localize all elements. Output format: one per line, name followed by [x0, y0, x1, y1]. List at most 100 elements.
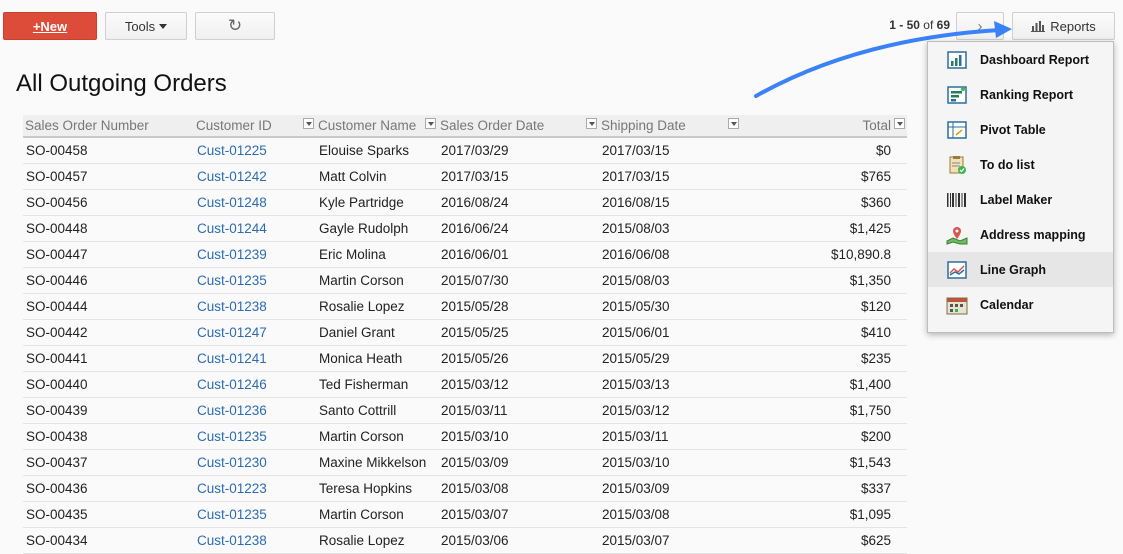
- column-header-shipping-date[interactable]: Shipping Date: [599, 115, 741, 138]
- cell-total: $200: [741, 423, 907, 450]
- cell-customer-name: Teresa Hopkins: [316, 475, 438, 502]
- sort-dropdown-icon[interactable]: [586, 118, 597, 129]
- table-row[interactable]: SO-00446 Cust-01235 Martin Corson 2015/07/3…: [23, 267, 907, 294]
- table-row[interactable]: SO-00448 Cust-01244 Gayle Rudolph 2016/06/2…: [23, 215, 907, 242]
- cell-shipping-date: 2015/05/30: [599, 293, 741, 320]
- cell-shipping-date: 2015/03/13: [599, 371, 741, 398]
- tools-dropdown-button[interactable]: Tools: [105, 12, 187, 40]
- next-page-button[interactable]: ›: [956, 12, 1004, 40]
- cell-order-number: SO-00438: [23, 423, 194, 450]
- sort-dropdown-icon[interactable]: [894, 118, 905, 129]
- cell-order-number: SO-00457: [23, 163, 194, 190]
- todo-list-icon: [946, 155, 968, 175]
- cell-customer-id[interactable]: Cust-01230: [194, 449, 316, 476]
- cell-order-number: SO-00437: [23, 449, 194, 476]
- cell-shipping-date: 2015/08/03: [599, 215, 741, 242]
- cell-total: $1,543: [741, 449, 907, 476]
- cell-customer-id[interactable]: Cust-01235: [194, 267, 316, 294]
- cell-customer-id[interactable]: Cust-01235: [194, 423, 316, 450]
- sort-dropdown-icon[interactable]: [728, 118, 739, 129]
- cell-total: $0: [741, 137, 907, 164]
- cell-customer-id[interactable]: Cust-01242: [194, 163, 316, 190]
- cell-order-number: SO-00441: [23, 345, 194, 372]
- barcode-icon: [946, 190, 968, 210]
- cell-order-date: 2015/05/26: [438, 345, 599, 372]
- column-header-sales-order-date[interactable]: Sales Order Date: [438, 115, 599, 138]
- reports-button[interactable]: Reports: [1012, 12, 1115, 40]
- cell-order-date: 2016/06/01: [438, 241, 599, 268]
- map-icon: [946, 225, 968, 245]
- cell-customer-id[interactable]: Cust-01241: [194, 345, 316, 372]
- pager-total: 69: [936, 18, 950, 32]
- table-row[interactable]: SO-00458 Cust-01225 Elouise Sparks 2017/03/…: [23, 137, 907, 164]
- table-row[interactable]: SO-00439 Cust-01236 Santo Cottrill 2015/03/…: [23, 397, 907, 424]
- cell-order-number: SO-00456: [23, 189, 194, 216]
- table-row[interactable]: SO-00457 Cust-01242 Matt Colvin 2017/03/15 2…: [23, 163, 907, 190]
- table-body: SO-00458 Cust-01225 Elouise Sparks 2017/03/…: [23, 137, 907, 554]
- table-row[interactable]: SO-00435 Cust-01235 Martin Corson 2015/03/0…: [23, 501, 907, 528]
- chevron-right-icon: ›: [977, 17, 983, 35]
- table-header-row: Sales Order Number Customer ID Customer …: [23, 115, 907, 138]
- column-header-sales-order-number[interactable]: Sales Order Number: [23, 115, 194, 138]
- cell-total: $1,095: [741, 501, 907, 528]
- cell-customer-name: Martin Corson: [316, 501, 438, 528]
- table-row[interactable]: SO-00442 Cust-01247 Daniel Grant 2015/05/25…: [23, 319, 907, 346]
- table-row[interactable]: SO-00440 Cust-01246 Ted Fisherman 2015/03/1…: [23, 371, 907, 398]
- cell-customer-id[interactable]: Cust-01235: [194, 501, 316, 528]
- table-row[interactable]: SO-00438 Cust-01235 Martin Corson 2015/03/1…: [23, 423, 907, 450]
- menu-item-dashboard-report[interactable]: Dashboard Report: [928, 42, 1113, 77]
- bar-chart-icon: [1031, 21, 1046, 32]
- menu-item-label: Address mapping: [980, 227, 1086, 242]
- cell-customer-id[interactable]: Cust-01239: [194, 241, 316, 268]
- cell-customer-id[interactable]: Cust-01244: [194, 215, 316, 242]
- menu-item-calendar[interactable]: Calendar: [928, 287, 1113, 322]
- cell-order-date: 2017/03/29: [438, 137, 599, 164]
- menu-item-pivot-table[interactable]: Pivot Table: [928, 112, 1113, 147]
- cell-total: $337: [741, 475, 907, 502]
- cell-total: $10,890.8: [741, 241, 907, 268]
- cell-customer-id[interactable]: Cust-01225: [194, 137, 316, 164]
- table-row[interactable]: SO-00437 Cust-01230 Maxine Mikkelson 2015/0…: [23, 449, 907, 476]
- column-header-total[interactable]: Total: [741, 115, 907, 138]
- menu-item-label: Pivot Table: [980, 122, 1046, 137]
- cell-order-date: 2015/03/12: [438, 371, 599, 398]
- sort-dropdown-icon[interactable]: [303, 118, 314, 129]
- table-row[interactable]: SO-00436 Cust-01223 Teresa Hopkins 2015/03/…: [23, 475, 907, 502]
- cell-shipping-date: 2016/06/08: [599, 241, 741, 268]
- column-header-label: Customer ID: [196, 118, 272, 133]
- caret-down-icon: [159, 23, 168, 29]
- column-header-customer-name[interactable]: Customer Name: [316, 115, 438, 138]
- cell-total: $1,350: [741, 267, 907, 294]
- cell-customer-id[interactable]: Cust-01247: [194, 319, 316, 346]
- cell-shipping-date: 2015/03/09: [599, 475, 741, 502]
- cell-customer-id[interactable]: Cust-01246: [194, 371, 316, 398]
- column-header-label: Customer Name: [318, 118, 417, 133]
- cell-shipping-date: 2016/08/15: [599, 189, 741, 216]
- cell-order-date: 2015/03/08: [438, 475, 599, 502]
- cell-total: $410: [741, 319, 907, 346]
- menu-item-todo-list[interactable]: To do list: [928, 147, 1113, 182]
- cell-shipping-date: 2015/03/10: [599, 449, 741, 476]
- cell-total: $360: [741, 189, 907, 216]
- cell-customer-id[interactable]: Cust-01223: [194, 475, 316, 502]
- table-row[interactable]: SO-00444 Cust-01238 Rosalie Lopez 2015/05/2…: [23, 293, 907, 320]
- table-row[interactable]: SO-00447 Cust-01239 Eric Molina 2016/06/01 2…: [23, 241, 907, 268]
- cell-total: $120: [741, 293, 907, 320]
- table-row[interactable]: SO-00456 Cust-01248 Kyle Partridge 2016/08/…: [23, 189, 907, 216]
- refresh-button[interactable]: ↻: [195, 12, 275, 40]
- new-button[interactable]: +New: [3, 12, 97, 40]
- cell-total: $1,400: [741, 371, 907, 398]
- cell-customer-name: Kyle Partridge: [316, 189, 438, 216]
- cell-customer-id[interactable]: Cust-01236: [194, 397, 316, 424]
- cell-customer-id[interactable]: Cust-01238: [194, 293, 316, 320]
- cell-shipping-date: 2015/03/12: [599, 397, 741, 424]
- menu-item-label-maker[interactable]: Label Maker: [928, 182, 1113, 217]
- column-header-customer-id[interactable]: Customer ID: [194, 115, 316, 138]
- page-title: All Outgoing Orders: [16, 70, 227, 97]
- menu-item-line-graph[interactable]: Line Graph: [928, 252, 1113, 287]
- sort-dropdown-icon[interactable]: [425, 118, 436, 129]
- table-row[interactable]: SO-00441 Cust-01241 Monica Heath 2015/05/26…: [23, 345, 907, 372]
- menu-item-ranking-report[interactable]: Ranking Report: [928, 77, 1113, 112]
- cell-customer-id[interactable]: Cust-01248: [194, 189, 316, 216]
- menu-item-address-mapping[interactable]: Address mapping: [928, 217, 1113, 252]
